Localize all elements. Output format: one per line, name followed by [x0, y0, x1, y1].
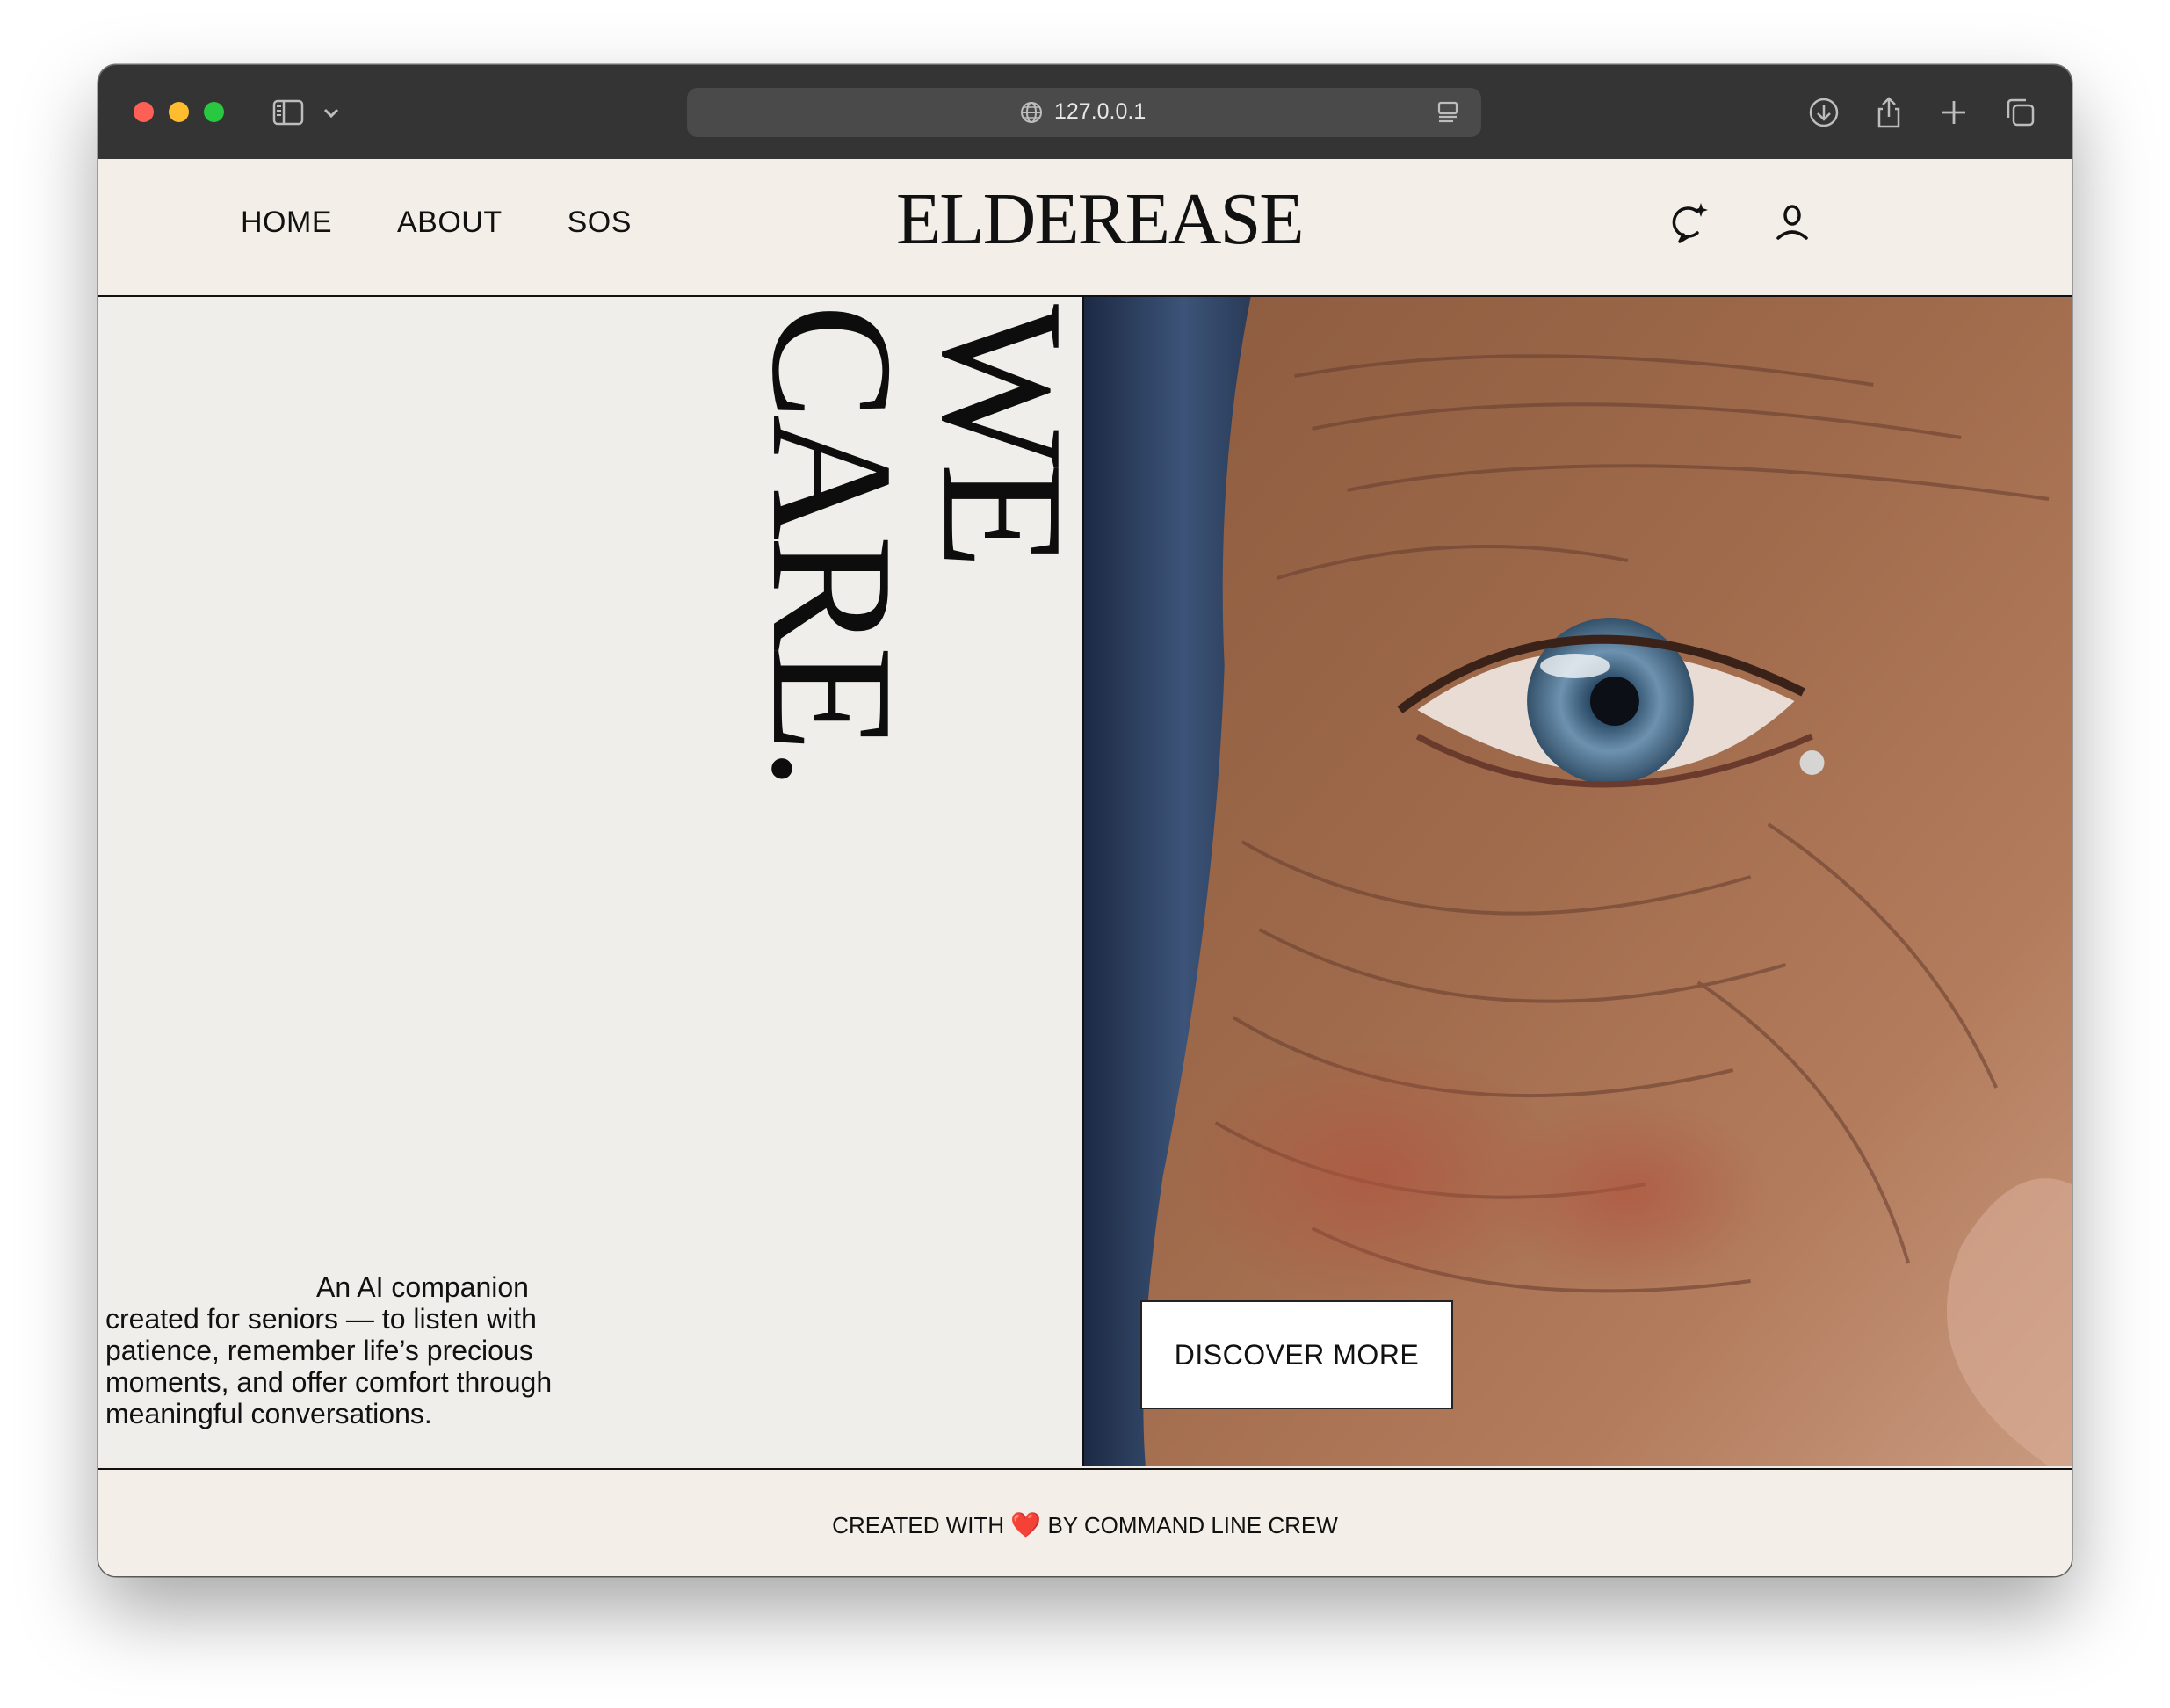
main-nav: HOME ABOUT SOS	[241, 206, 697, 240]
sidebar-icon[interactable]	[271, 95, 306, 130]
site-footer: CREATED WITH ❤️ BY COMMAND LINE CREW	[98, 1468, 2072, 1576]
footer-suffix: BY COMMAND LINE CREW	[1047, 1512, 1338, 1538]
browser-window: 127.0.0.1 HOME ABOUT SOS ELDEREASE WE CA…	[98, 65, 2072, 1576]
address-bar[interactable]: 127.0.0.1	[687, 88, 1481, 137]
download-icon[interactable]	[1806, 95, 1841, 130]
hero-title-line-1: WE	[907, 304, 1100, 564]
reader-icon[interactable]	[1434, 98, 1462, 127]
zoom-window-button[interactable]	[204, 102, 224, 122]
plus-icon[interactable]	[1936, 95, 1971, 130]
nav-home[interactable]: HOME	[241, 206, 332, 240]
discover-more-button[interactable]: DISCOVER MORE	[1140, 1300, 1453, 1409]
site-header: HOME ABOUT SOS ELDEREASE	[98, 159, 2072, 297]
tabs-icon[interactable]	[2003, 95, 2038, 130]
footer-prefix: CREATED WITH	[832, 1512, 1005, 1538]
elderly-eye-closeup-image	[1084, 297, 2072, 1466]
user-icon[interactable]	[1769, 199, 1815, 245]
share-icon[interactable]	[1871, 95, 1906, 130]
footer-credit: CREATED WITH ❤️ BY COMMAND LINE CREW	[98, 1510, 2072, 1539]
hero-portrait-image	[1082, 297, 2072, 1466]
nav-sos[interactable]: SOS	[568, 206, 632, 240]
globe-icon	[1019, 100, 1044, 125]
hero-description: An AI companion created for seniors — to…	[105, 1271, 553, 1429]
chat-sparkle-icon[interactable]	[1666, 199, 1711, 245]
hero-title: WE CARE.	[736, 304, 1100, 785]
chevron-down-icon[interactable]	[320, 95, 343, 130]
site-logo[interactable]: ELDEREASE	[896, 183, 1305, 257]
nav-about[interactable]: ABOUT	[397, 206, 503, 240]
hero-text-panel: WE CARE. An AI companion created for sen…	[98, 297, 1099, 1466]
close-window-button[interactable]	[134, 102, 154, 122]
minimize-window-button[interactable]	[169, 102, 189, 122]
browser-toolbar: 127.0.0.1	[98, 65, 2072, 160]
hero-title-line-2: CARE.	[736, 304, 929, 785]
url-text: 127.0.0.1	[1054, 99, 1146, 124]
heart-icon: ❤️	[1010, 1511, 1042, 1538]
